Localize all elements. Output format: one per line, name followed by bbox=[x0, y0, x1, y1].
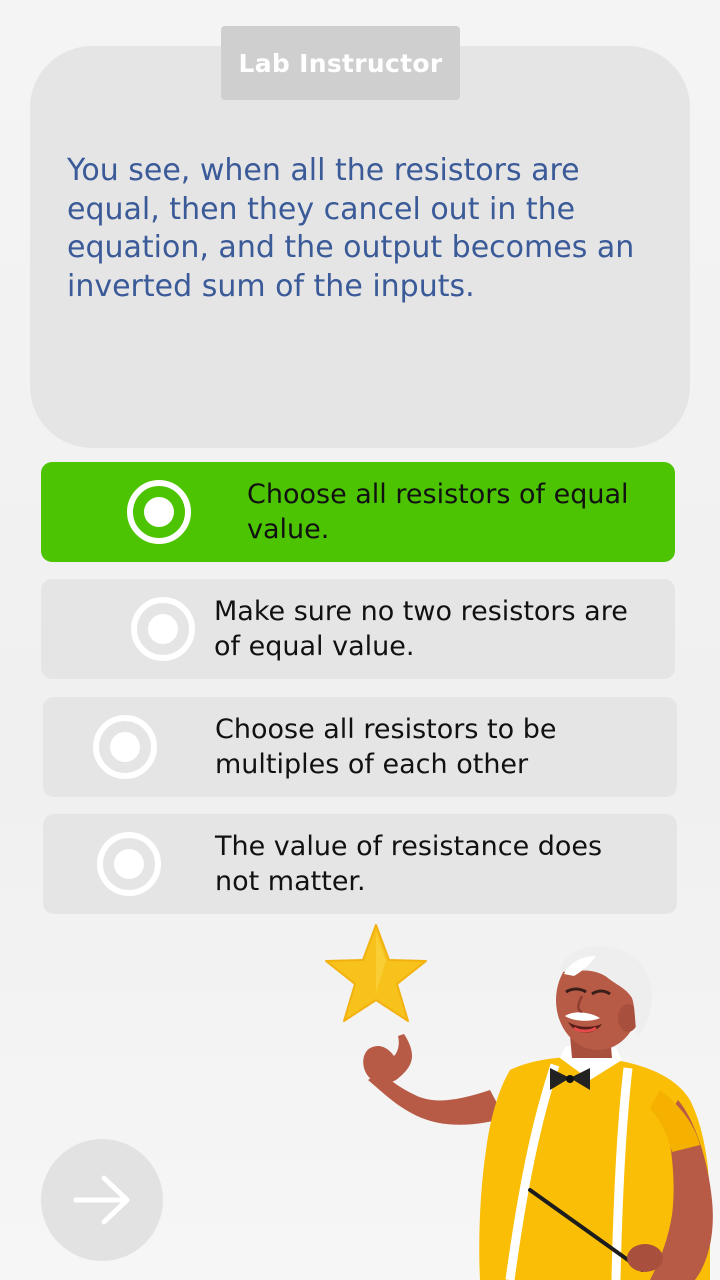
option-label: The value of resistance does not matter. bbox=[215, 831, 603, 897]
next-button[interactable] bbox=[41, 1139, 163, 1261]
option-1[interactable]: Choose all resistors of equal value. bbox=[41, 462, 675, 562]
option-4[interactable]: The value of resistance does not matter. bbox=[43, 814, 677, 914]
radio-icon bbox=[93, 715, 157, 779]
option-2[interactable]: Make sure no two resistors are of equal … bbox=[41, 579, 675, 679]
option-label: Choose all resistors of equal value. bbox=[247, 479, 629, 545]
option-3[interactable]: Choose all resistors to be multiples of … bbox=[43, 697, 677, 797]
radio-icon bbox=[97, 832, 161, 896]
option-label: Make sure no two resistors are of equal … bbox=[214, 596, 628, 662]
speaker-tag: Lab Instructor bbox=[221, 26, 460, 100]
lab-instructor-character bbox=[363, 946, 713, 1280]
arrow-right-icon bbox=[73, 1175, 130, 1225]
radio-icon bbox=[131, 597, 195, 661]
option-label: Choose all resistors to be multiples of … bbox=[215, 714, 557, 780]
radio-selected-icon bbox=[127, 480, 191, 544]
speech-text: You see, when all the resistors are equa… bbox=[67, 153, 635, 304]
quiz-screen: Lab Instructor You see, when all the res… bbox=[0, 0, 720, 1280]
